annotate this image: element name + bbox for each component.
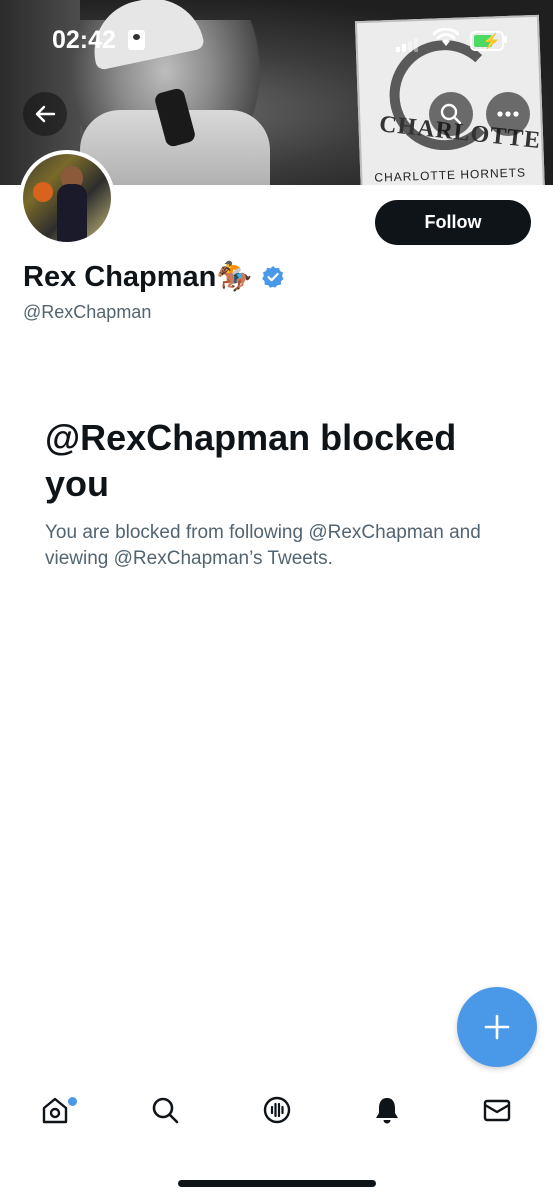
more-options-button[interactable] (486, 92, 530, 136)
bottom-tab-bar (0, 1085, 553, 1150)
sign-subtext: CHARLOTTE HORNETS (374, 165, 527, 185)
search-profile-button[interactable] (429, 92, 473, 136)
avatar-photo (23, 154, 111, 242)
profile-name: Rex Chapman🏇 (23, 261, 253, 293)
wifi-icon (433, 28, 459, 46)
tab-search[interactable] (140, 1085, 190, 1135)
status-time: 02:42 (52, 26, 116, 54)
avatar[interactable] (19, 150, 115, 246)
tab-notifications[interactable] (362, 1085, 412, 1135)
cellular-signal-icon (396, 34, 420, 52)
back-button[interactable] (23, 92, 67, 136)
blocked-description: You are blocked from following @RexChapm… (45, 522, 481, 569)
spaces-icon (263, 1096, 291, 1124)
verified-badge-icon (261, 266, 284, 288)
status-bar: 02:42 ⚡ (0, 0, 553, 80)
id-card-icon (128, 30, 145, 50)
more-icon (497, 111, 519, 117)
search-icon (440, 103, 462, 125)
back-arrow-icon (35, 105, 56, 123)
messages-icon (483, 1099, 511, 1122)
battery-icon: ⚡ (470, 31, 504, 51)
follow-button[interactable]: Follow (375, 200, 531, 245)
search-icon (152, 1097, 179, 1124)
battery-tip (504, 36, 507, 43)
profile-handle: @RexChapman (23, 302, 152, 322)
tab-home[interactable] (30, 1085, 80, 1135)
plus-icon (484, 1014, 510, 1040)
compose-tweet-button[interactable] (457, 987, 537, 1067)
home-indicator[interactable] (178, 1180, 376, 1187)
tab-messages[interactable] (472, 1085, 522, 1135)
profile-name-row: Rex Chapman🏇 (23, 260, 285, 294)
home-notification-dot (66, 1095, 79, 1108)
blocked-title: @RexChapman blocked you (45, 417, 457, 504)
notifications-icon (376, 1098, 398, 1124)
tab-spaces[interactable] (252, 1085, 302, 1135)
